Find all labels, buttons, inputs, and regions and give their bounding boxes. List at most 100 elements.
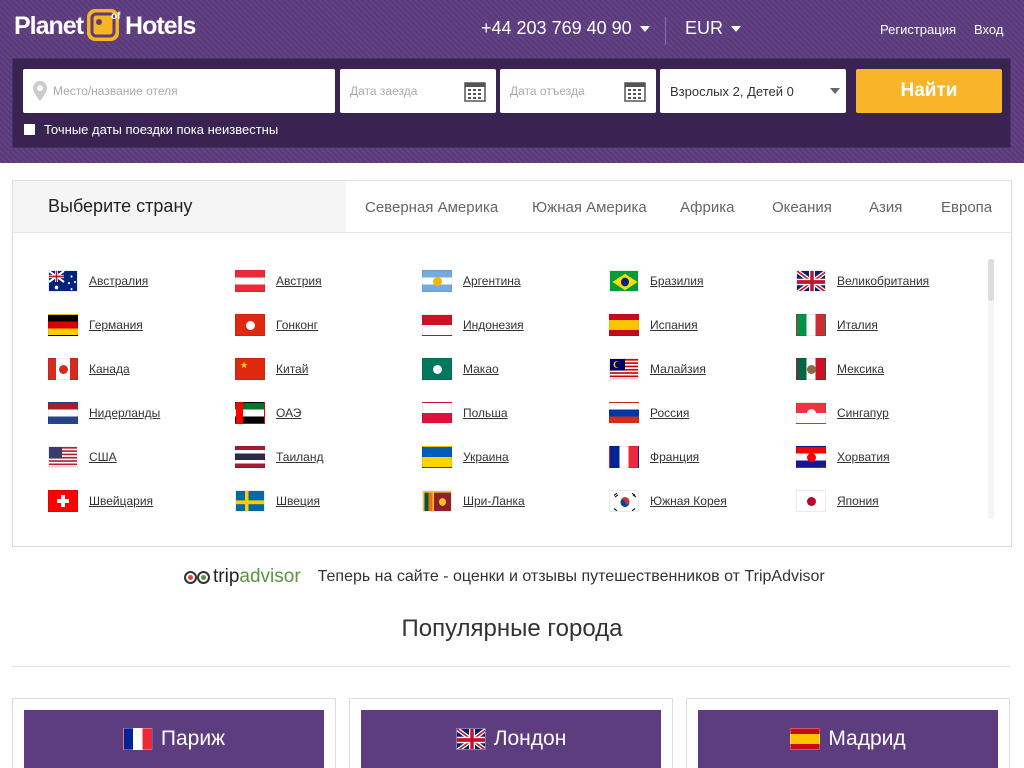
country-flag-icon [235, 446, 265, 468]
country-link[interactable]: Бразилия [609, 268, 704, 294]
search-panel: Место/название отеля Дата заезда Дата от… [12, 58, 1011, 148]
country-flag-icon [48, 402, 78, 424]
find-button[interactable]: Найти [856, 69, 1002, 113]
country-flag-icon [609, 314, 639, 336]
guests-value: Взрослых 2, Детей 0 [670, 83, 794, 99]
country-link[interactable]: Польша [422, 400, 508, 426]
logo-text-planet: Planet [14, 11, 84, 40]
country-flag-icon [609, 270, 639, 292]
dates-unknown-label: Точные даты поездки пока неизвестны [44, 122, 279, 137]
scrollbar-thumb[interactable] [988, 259, 994, 301]
country-flag-icon [422, 402, 452, 424]
country-link[interactable]: ★ Китай [235, 356, 308, 382]
tab-north-america[interactable]: Северная Америка [365, 199, 498, 216]
country-link[interactable]: Австрия [235, 268, 322, 294]
country-link[interactable]: ОАЭ [235, 400, 301, 426]
tripadvisor-owl-icon [184, 570, 210, 584]
country-name: Южная Корея [650, 494, 727, 508]
logo-mark-icon: of [85, 9, 125, 43]
country-link[interactable]: Макао [422, 356, 499, 382]
city-card-paris[interactable]: Париж [12, 698, 336, 768]
city-header[interactable]: Лондон [361, 710, 661, 768]
location-pin-icon [33, 81, 47, 101]
tab-europe[interactable]: Европа [941, 199, 992, 216]
country-link[interactable]: Таиланд [235, 444, 323, 470]
city-name: Париж [160, 727, 226, 750]
country-link[interactable]: Испания [609, 312, 698, 338]
city-header[interactable]: Мадрид [698, 710, 998, 768]
country-name: Франция [650, 450, 700, 464]
country-name: США [89, 450, 117, 464]
header-divider [665, 17, 666, 45]
country-link[interactable]: Хорватия [796, 444, 890, 470]
country-flag-icon [796, 446, 826, 468]
country-link[interactable]: Шри-Ланка [422, 488, 525, 514]
country-link[interactable]: Швеция [235, 488, 320, 514]
dates-unknown-checkbox[interactable]: Точные даты поездки пока неизвестны [24, 122, 278, 137]
country-link[interactable]: Япония [796, 488, 879, 514]
city-card-madrid[interactable]: Мадрид [686, 698, 1010, 768]
tripadvisor-logo[interactable]: trip advisor [184, 566, 301, 588]
country-link[interactable]: Аргентина [422, 268, 521, 294]
country-name: Бразилия [650, 274, 704, 288]
logo-text-of: of [111, 11, 121, 22]
country-link[interactable]: Великобритания [796, 268, 929, 294]
tab-asia[interactable]: Азия [869, 199, 902, 216]
login-link[interactable]: Вход [974, 22, 1003, 37]
country-link[interactable]: Мексика [796, 356, 884, 382]
city-card-london[interactable]: Лондон [349, 698, 673, 768]
country-flag-icon [609, 490, 639, 512]
country-name: Таиланд [276, 450, 324, 464]
tab-south-america[interactable]: Южная Америка [532, 199, 647, 216]
calendar-icon[interactable] [624, 80, 646, 102]
place-input[interactable]: Место/название отеля [23, 69, 335, 113]
country-selector: Выберите страну Северная Америка Южная А… [12, 180, 1012, 547]
country-link[interactable]: Швейцария [48, 488, 153, 514]
checkout-input[interactable]: Дата отъезда [500, 69, 656, 113]
tab-oceania[interactable]: Океания [772, 199, 832, 216]
country-link[interactable]: Италия [796, 312, 878, 338]
country-link[interactable]: Германия [48, 312, 143, 338]
checkbox-box[interactable] [24, 124, 35, 135]
country-name: Индонезия [463, 318, 524, 332]
country-flag-icon [48, 358, 78, 380]
country-link[interactable]: Австралия [48, 268, 148, 294]
country-link[interactable]: Гонконг [235, 312, 318, 338]
country-flag-icon [422, 358, 452, 380]
checkout-placeholder: Дата отъезда [510, 84, 585, 98]
country-link[interactable]: Индонезия [422, 312, 524, 338]
checkin-input[interactable]: Дата заезда [340, 69, 496, 113]
tripadvisor-logo-advisor: advisor [239, 566, 301, 587]
city-name: Лондон [493, 727, 567, 750]
country-name: Макао [463, 362, 499, 376]
country-link[interactable]: Сингапур [796, 400, 889, 426]
city-header[interactable]: Париж [24, 710, 324, 768]
country-link[interactable]: Южная Корея [609, 488, 727, 514]
country-flag-icon: ★ [235, 358, 265, 380]
phone-number: +44 203 769 40 90 [481, 18, 632, 38]
country-flag-icon [48, 314, 78, 336]
calendar-icon[interactable] [464, 80, 486, 102]
guests-select[interactable]: Взрослых 2, Детей 0 [660, 69, 846, 113]
tab-africa[interactable]: Африка [680, 199, 734, 216]
country-flag-icon [235, 402, 265, 424]
country-flag-icon [609, 358, 639, 380]
country-flag-icon [235, 490, 265, 512]
phone-selector[interactable]: +44 203 769 40 90 [481, 18, 650, 39]
country-flag-icon [796, 358, 826, 380]
country-link[interactable]: Малайзия [609, 356, 706, 382]
country-link[interactable]: Канада [48, 356, 130, 382]
country-link[interactable]: США [48, 444, 117, 470]
country-link[interactable]: Нидерланды [48, 400, 160, 426]
site-logo[interactable]: Planet of Hotels [14, 8, 196, 44]
register-link[interactable]: Регистрация [880, 22, 956, 37]
country-link[interactable]: Россия [609, 400, 689, 426]
country-link[interactable]: Франция [609, 444, 699, 470]
country-name: Шри-Ланка [463, 494, 525, 508]
country-link[interactable]: Украина [422, 444, 509, 470]
chevron-down-icon [830, 88, 840, 94]
country-flag-icon [48, 490, 78, 512]
country-name: Канада [89, 362, 130, 376]
country-name: Нидерланды [89, 406, 161, 420]
currency-selector[interactable]: EUR [685, 18, 742, 39]
